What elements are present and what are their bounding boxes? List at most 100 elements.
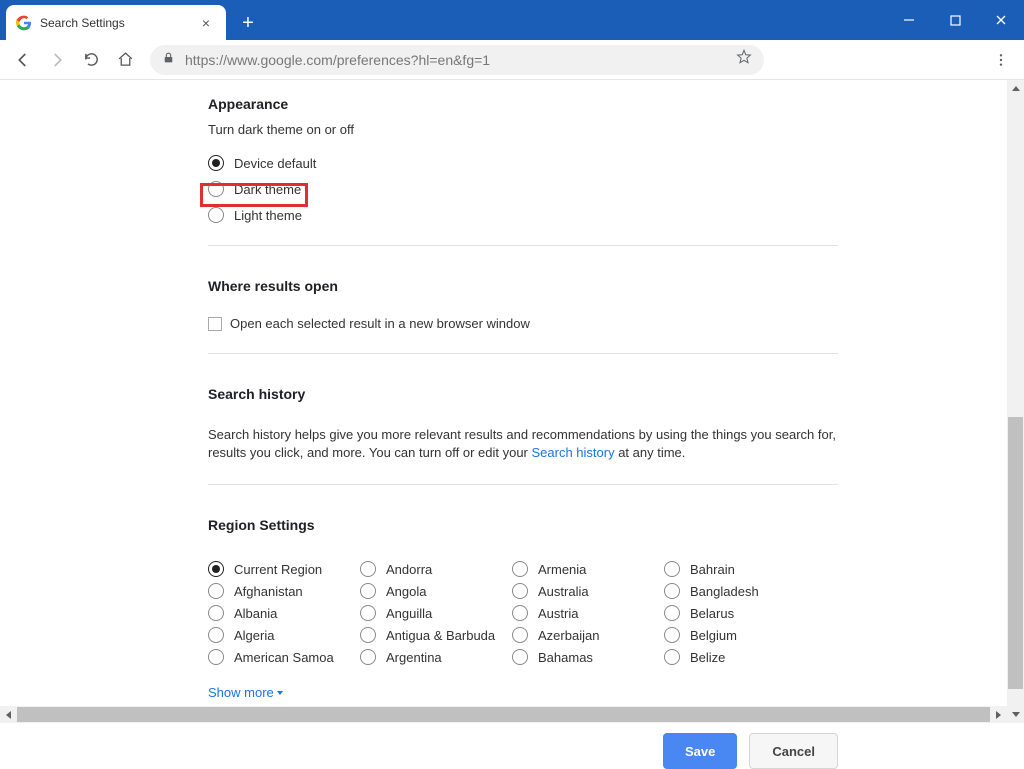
vertical-scrollbar[interactable] [1007,80,1024,723]
option-label: Anguilla [386,606,432,621]
open-new-window-checkbox-row[interactable]: Open each selected result in a new brows… [208,316,838,331]
appearance-option-device-default[interactable]: Device default [208,155,838,171]
radio-icon[interactable] [512,605,528,621]
appearance-option-dark-theme[interactable]: Dark theme [208,181,838,197]
scroll-right-arrow[interactable] [990,706,1007,723]
home-button[interactable] [110,45,140,75]
region-option[interactable]: Australia [512,583,664,599]
lock-icon [162,51,175,69]
browser-tab[interactable]: Search Settings × [6,5,226,40]
region-option[interactable]: Belgium [664,627,816,643]
scroll-down-arrow[interactable] [1007,706,1024,723]
region-option[interactable]: Bangladesh [664,583,816,599]
radio-icon[interactable] [664,649,680,665]
radio-icon[interactable] [360,605,376,621]
option-label: Bahrain [690,562,735,577]
region-option[interactable]: Anguilla [360,605,512,621]
url-text: https://www.google.com/preferences?hl=en… [185,52,726,68]
scrollbar-thumb[interactable] [1008,417,1023,689]
browser-menu-button[interactable] [986,45,1016,75]
region-grid: Current Region Afghanistan Albania Algeria A… [208,561,838,667]
scroll-up-arrow[interactable] [1007,80,1024,97]
cancel-button[interactable]: Cancel [749,733,838,769]
option-label: American Samoa [234,650,334,665]
option-label: Belize [690,650,725,665]
results-open-heading: Where results open [208,272,838,304]
region-option[interactable]: Andorra [360,561,512,577]
region-option[interactable]: Angola [360,583,512,599]
radio-icon[interactable] [664,627,680,643]
region-option[interactable]: Albania [208,605,360,621]
region-option[interactable]: Afghanistan [208,583,360,599]
option-label: Armenia [538,562,586,577]
reload-button[interactable] [76,45,106,75]
radio-icon[interactable] [512,627,528,643]
appearance-option-light-theme[interactable]: Light theme [208,207,838,223]
new-tab-button[interactable]: + [234,9,262,37]
search-history-link[interactable]: Search history [532,445,615,460]
appearance-heading: Appearance [208,90,838,122]
search-history-text-before: Search history helps give you more relev… [208,427,836,460]
region-option[interactable]: Antigua & Barbuda [360,627,512,643]
region-option[interactable]: Bahrain [664,561,816,577]
option-label: Antigua & Barbuda [386,628,495,643]
option-label: Albania [234,606,277,621]
region-option[interactable]: Belarus [664,605,816,621]
region-option[interactable]: Azerbaijan [512,627,664,643]
radio-icon[interactable] [664,583,680,599]
region-option[interactable]: American Samoa [208,649,360,665]
radio-icon[interactable] [208,627,224,643]
section-separator [208,245,838,246]
radio-icon[interactable] [208,561,224,577]
radio-icon[interactable] [208,155,224,171]
option-label: Algeria [234,628,274,643]
scrollbar-track[interactable] [1007,97,1024,706]
radio-icon[interactable] [208,583,224,599]
region-option[interactable]: Bahamas [512,649,664,665]
region-option[interactable]: Armenia [512,561,664,577]
checkbox-label: Open each selected result in a new brows… [230,316,530,331]
search-history-text-after: at any time. [615,445,686,460]
maximize-button[interactable] [932,0,978,40]
page-viewport: Appearance Turn dark theme on or off Dev… [0,80,1024,723]
radio-icon[interactable] [208,181,224,197]
region-option[interactable]: Argentina [360,649,512,665]
minimize-button[interactable] [886,0,932,40]
region-option[interactable]: Belize [664,649,816,665]
option-label: Azerbaijan [538,628,599,643]
radio-icon[interactable] [512,561,528,577]
close-tab-button[interactable]: × [196,15,216,31]
radio-icon[interactable] [664,561,680,577]
radio-icon[interactable] [208,207,224,223]
save-button[interactable]: Save [663,733,737,769]
radio-icon[interactable] [208,605,224,621]
horizontal-scrollbar[interactable] [0,706,1007,723]
radio-icon[interactable] [360,561,376,577]
tab-title: Search Settings [40,16,188,30]
region-option[interactable]: Algeria [208,627,360,643]
radio-icon[interactable] [360,583,376,599]
checkbox-icon[interactable] [208,317,222,331]
back-button[interactable] [8,45,38,75]
option-label: Angola [386,584,426,599]
region-option[interactable]: Austria [512,605,664,621]
close-window-button[interactable] [978,0,1024,40]
option-label: Andorra [386,562,432,577]
radio-icon[interactable] [512,583,528,599]
radio-icon[interactable] [360,627,376,643]
radio-icon[interactable] [360,649,376,665]
forward-button[interactable] [42,45,72,75]
scroll-left-arrow[interactable] [0,706,17,723]
region-option[interactable]: Current Region [208,561,360,577]
radio-icon[interactable] [512,649,528,665]
search-history-text: Search history helps give you more relev… [208,426,838,462]
section-separator [208,353,838,354]
option-label: Afghanistan [234,584,303,599]
show-more-regions[interactable]: Show more [208,685,838,700]
radio-icon[interactable] [208,649,224,665]
bookmark-star-icon[interactable] [736,49,752,70]
search-history-heading: Search history [208,380,838,412]
radio-icon[interactable] [664,605,680,621]
address-bar[interactable]: https://www.google.com/preferences?hl=en… [150,45,764,75]
scrollbar-thumb[interactable] [17,707,990,722]
